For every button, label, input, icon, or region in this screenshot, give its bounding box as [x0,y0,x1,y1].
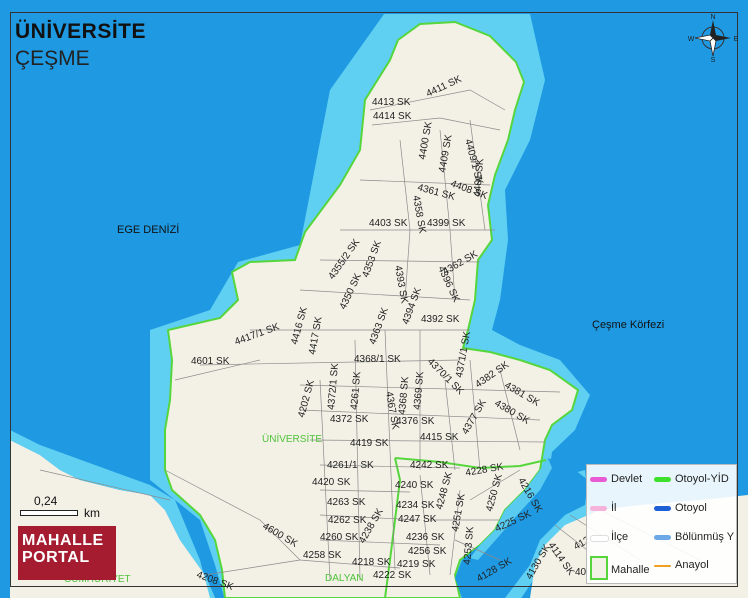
street-label: 4413 SK [372,97,411,108]
compass-s: S [711,57,716,62]
logo-line-2: PORTAL [22,549,90,566]
legend-swatch [654,477,671,482]
street-label: 4372 SK [330,414,369,425]
street-label: 4234 SK [396,500,435,511]
neighborhood-label: ÜNİVERSİTE [262,432,322,445]
street-label: 4420 SK [312,477,351,488]
page-title: ÜNİVERSİTE [15,20,147,43]
legend-label: Devlet [611,473,643,485]
street-label: 4414 SK [373,111,412,122]
street-label: 4242 SK [410,460,449,471]
street-label: 4601 SK [191,356,230,367]
logo-line-1: MAHALLE [22,532,104,549]
legend-label: Anayol [675,559,709,571]
street-label: 4236 SK [406,532,445,543]
scale-bar: 0,24 km [20,494,120,524]
street-label: 40 [575,567,587,578]
map[interactable]: 4413 SK 4411 SK 4414 SK 4400 SK 4409 SK 4409/… [0,0,748,598]
street-label: 4399 SK [427,218,466,229]
street-label: 4219 SK [397,559,436,570]
street-label: 4263 SK [327,497,366,508]
map-legend: Devlet Otoyol-YİD İl Otoyol İlçe Bölünmü… [586,464,737,584]
mahalle-portal-logo[interactable]: MAHALLE PORTAL [18,526,116,580]
street-label: 4240 SK [395,480,434,491]
scale-bar-graphic [20,510,78,516]
legend-swatch [654,565,671,567]
compass-n: N [710,14,715,21]
street-label: 4258 SK [303,550,342,561]
legend-label: Mahalle [611,564,650,576]
street-label: 4392 SK [421,314,460,325]
legend-swatch [590,477,607,482]
legend-swatch [654,535,671,540]
street-label: 4262 SK [328,515,367,526]
legend-label: İlçe [611,531,629,543]
legend-swatch [590,535,609,542]
legend-swatch [654,506,671,511]
street-label: 4261/1 SK [327,460,374,471]
scale-value: 0,24 [34,494,58,508]
street-label: 4376 SK [396,416,435,427]
street-label: 4260 SK [320,532,359,543]
legend-label: İl [611,502,617,514]
compass-w: W [688,36,695,43]
sea-label-west: EGE DENİZİ [117,223,179,236]
scale-unit: km [84,506,100,520]
street-label: 4419 SK [350,438,389,449]
street-label: 4218 SK [352,557,391,568]
legend-label: Bölünmüş Y [675,531,735,543]
street-label: 4256 SK [408,546,447,557]
dalyan-label: DALYAN [325,573,364,584]
bay-label: Çeşme Körfezi [592,319,664,331]
page-subtitle: ÇEŞME [15,47,90,70]
compass-rose-icon: N S W E [688,12,738,62]
street-label: 4222 SK [373,570,412,581]
legend-swatch [590,506,607,511]
legend-label: Otoyol [675,502,707,514]
legend-label: Otoyol-YİD [675,473,729,485]
street-label: 4368/1 SK [354,354,401,365]
street-label: 4415 SK [420,432,459,443]
street-label: 4403 SK [369,218,408,229]
street-label: 4247 SK [398,514,437,525]
legend-swatch-box [590,556,608,580]
compass-e: E [734,36,738,43]
